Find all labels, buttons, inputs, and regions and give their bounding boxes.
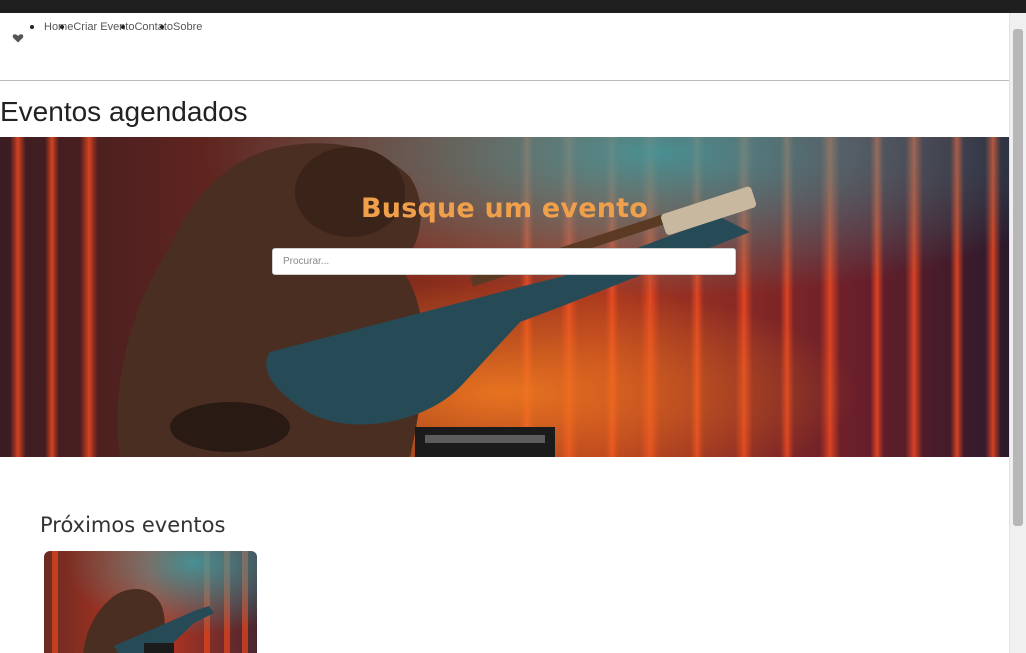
hero-banner: Busque um evento (0, 137, 1009, 457)
page: Home Criar Evento Contato Sobre Eventos … (0, 13, 1009, 653)
nav-item-criar-evento[interactable]: Criar Evento (60, 20, 134, 34)
hero-background-image (0, 137, 1009, 457)
vertical-scrollbar[interactable] (1009, 13, 1026, 653)
nav-link-criar-evento[interactable]: Criar Evento (73, 21, 134, 33)
scrollbar-thumb[interactable] (1013, 29, 1023, 526)
nav-link-contato[interactable]: Contato (134, 21, 173, 33)
event-card-image (44, 551, 257, 653)
nav-item-contato[interactable]: Contato (121, 20, 173, 34)
search-input[interactable] (272, 248, 736, 275)
hero-title: Busque um evento (361, 193, 648, 224)
nav-link-home[interactable]: Home (44, 21, 73, 33)
window-top-bar (0, 0, 1026, 13)
nav-item-home[interactable]: Home (29, 20, 73, 34)
nav-item-sobre[interactable]: Sobre (159, 20, 202, 34)
heart-icon[interactable] (12, 32, 24, 44)
navbar: Home Criar Evento Contato Sobre (0, 13, 1009, 81)
nav-menu: Home Criar Evento Contato Sobre (29, 20, 202, 34)
event-card[interactable] (44, 551, 257, 653)
upcoming-events-title: Próximos eventos (40, 513, 226, 537)
nav-link-sobre[interactable]: Sobre (173, 21, 202, 33)
page-title: Eventos agendados (0, 96, 248, 127)
